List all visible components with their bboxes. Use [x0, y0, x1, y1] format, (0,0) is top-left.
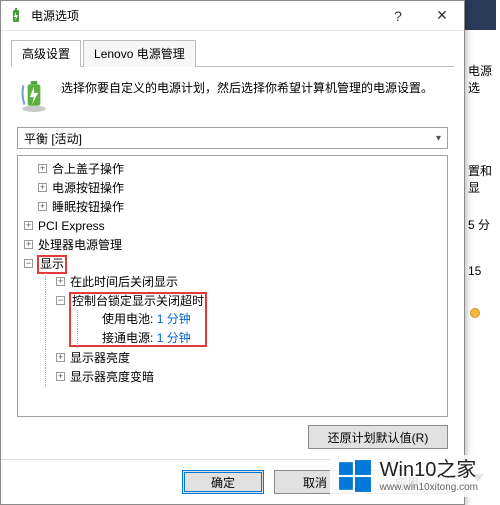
background-section-label-2: 置和显: [464, 158, 500, 200]
expand-toggle[interactable]: +: [24, 240, 33, 249]
tree-item-on-battery[interactable]: 使用电池: 1 分钟: [88, 310, 445, 329]
ok-button[interactable]: 确定: [182, 470, 264, 494]
expand-toggle[interactable]: +: [56, 353, 65, 362]
background-window: 电源选 置和显 5 分 15: [460, 0, 500, 505]
help-button[interactable]: ?: [376, 1, 420, 31]
power-plan-dropdown[interactable]: 平衡 [活动] ▾: [17, 127, 448, 149]
plugged-in-value[interactable]: 1 分钟: [157, 331, 191, 345]
tree-item-display[interactable]: 显示: [38, 256, 66, 273]
tree-item-pci-express[interactable]: PCI Express: [38, 219, 105, 233]
watermark: Win10之家 www.win10xitong.com: [330, 455, 486, 498]
expand-toggle[interactable]: +: [24, 221, 33, 230]
expand-toggle[interactable]: +: [38, 164, 47, 173]
collapse-toggle[interactable]: −: [56, 296, 65, 305]
background-section-label: 电源选: [464, 58, 500, 100]
tree-item-plugged-in[interactable]: 接通电源: 1 分钟: [88, 329, 445, 348]
chevron-down-icon: ▾: [436, 133, 441, 144]
plugged-in-label: 接通电源:: [102, 331, 153, 345]
expand-toggle[interactable]: +: [38, 183, 47, 192]
expand-toggle[interactable]: +: [56, 372, 65, 381]
watermark-url: www.win10xitong.com: [380, 482, 478, 494]
tree-item-lid-action[interactable]: 合上盖子操作: [52, 162, 124, 176]
restore-defaults-button[interactable]: 还原计划默认值(R): [308, 425, 448, 449]
windows-logo-icon: [338, 459, 372, 493]
tree-item-display-off-after[interactable]: 在此时间后关闭显示: [70, 275, 178, 289]
background-value-1: 5 分: [464, 212, 500, 237]
tab-lenovo-power[interactable]: Lenovo 电源管理: [83, 40, 196, 67]
tab-bar: 高级设置 Lenovo 电源管理: [11, 39, 454, 67]
tree-item-cpu-power[interactable]: 处理器电源管理: [38, 238, 122, 252]
tree-item-console-lock-timeout[interactable]: 控制台锁定显示关闭超时: [72, 294, 204, 308]
tree-item-sleep-button[interactable]: 睡眠按钮操作: [52, 200, 124, 214]
window-title: 电源选项: [31, 7, 376, 24]
close-icon: ✕: [436, 7, 448, 24]
intro-text: 选择你要自定义的电源计划，然后选择你希望计算机管理的电源设置。: [61, 79, 433, 113]
battery-large-icon: [17, 79, 51, 113]
power-options-dialog: 电源选项 ? ✕ 高级设置 Lenovo 电源管理 选择你要自定义的电源计划，然…: [0, 0, 465, 505]
expand-toggle[interactable]: +: [38, 202, 47, 211]
on-battery-label: 使用电池:: [102, 312, 153, 326]
settings-tree[interactable]: + 合上盖子操作 + 电源按钮操作 + 睡眠按钮操作 + PCI Express: [17, 155, 448, 417]
background-titlebar: [460, 0, 496, 30]
background-status-dot-icon: [470, 308, 480, 318]
expand-toggle[interactable]: +: [56, 277, 65, 286]
collapse-toggle[interactable]: −: [24, 259, 33, 268]
help-icon: ?: [394, 8, 402, 24]
tab-advanced-settings[interactable]: 高级设置: [11, 40, 81, 67]
intro-row: 选择你要自定义的电源计划，然后选择你希望计算机管理的电源设置。: [17, 79, 448, 113]
background-value-2: 15: [464, 260, 500, 282]
battery-app-icon: [9, 8, 25, 24]
tree-item-power-button[interactable]: 电源按钮操作: [52, 181, 124, 195]
tree-item-display-brightness[interactable]: 显示器亮度: [70, 351, 130, 365]
watermark-title: Win10之家: [380, 459, 478, 482]
tree-item-display-dim[interactable]: 显示器亮度变暗: [70, 370, 154, 384]
power-plan-selected: 平衡 [活动]: [24, 130, 82, 147]
close-button[interactable]: ✕: [420, 1, 464, 31]
on-battery-value[interactable]: 1 分钟: [157, 312, 191, 326]
titlebar: 电源选项 ? ✕: [1, 1, 464, 31]
